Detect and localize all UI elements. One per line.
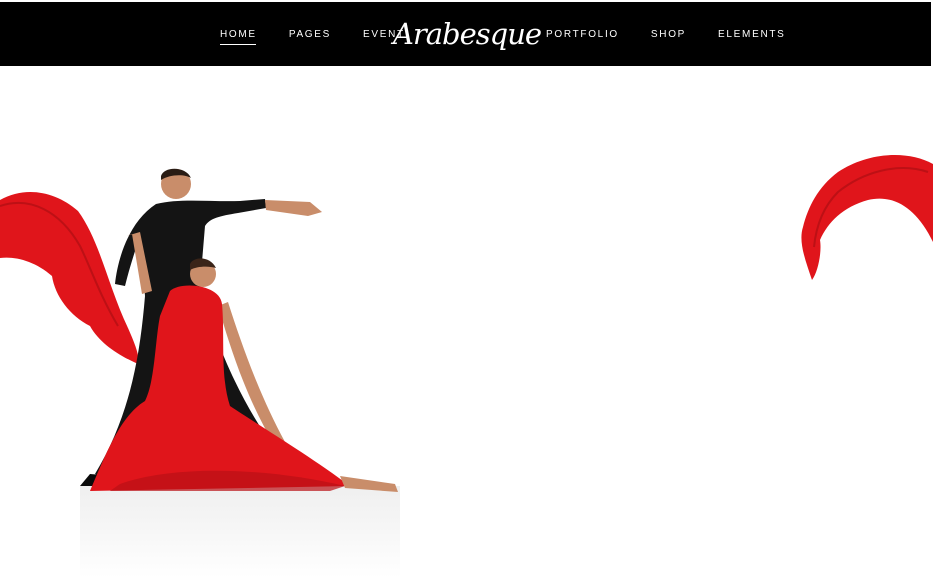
nav-item-elements[interactable]: ELEMENTS (702, 29, 802, 40)
floor-reflection (80, 486, 400, 578)
nav-item-shop[interactable]: SHOP (635, 29, 702, 40)
dancing-couple-image (80, 168, 398, 492)
top-navigation-bar: HOME PAGES EVENT Arabesque PORTFOLIO SHO… (0, 2, 931, 66)
nav-right-group: PORTFOLIO SHOP ELEMENTS (530, 2, 802, 66)
nav-item-portfolio[interactable]: PORTFOLIO (530, 29, 635, 40)
nav-item-home[interactable]: HOME (204, 29, 273, 45)
red-fabric-right (801, 154, 933, 280)
hero-slider (0, 66, 933, 578)
nav-left-group: HOME PAGES EVENT (204, 2, 421, 66)
site-logo[interactable]: Arabesque (393, 4, 542, 64)
nav-item-pages[interactable]: PAGES (273, 29, 347, 40)
